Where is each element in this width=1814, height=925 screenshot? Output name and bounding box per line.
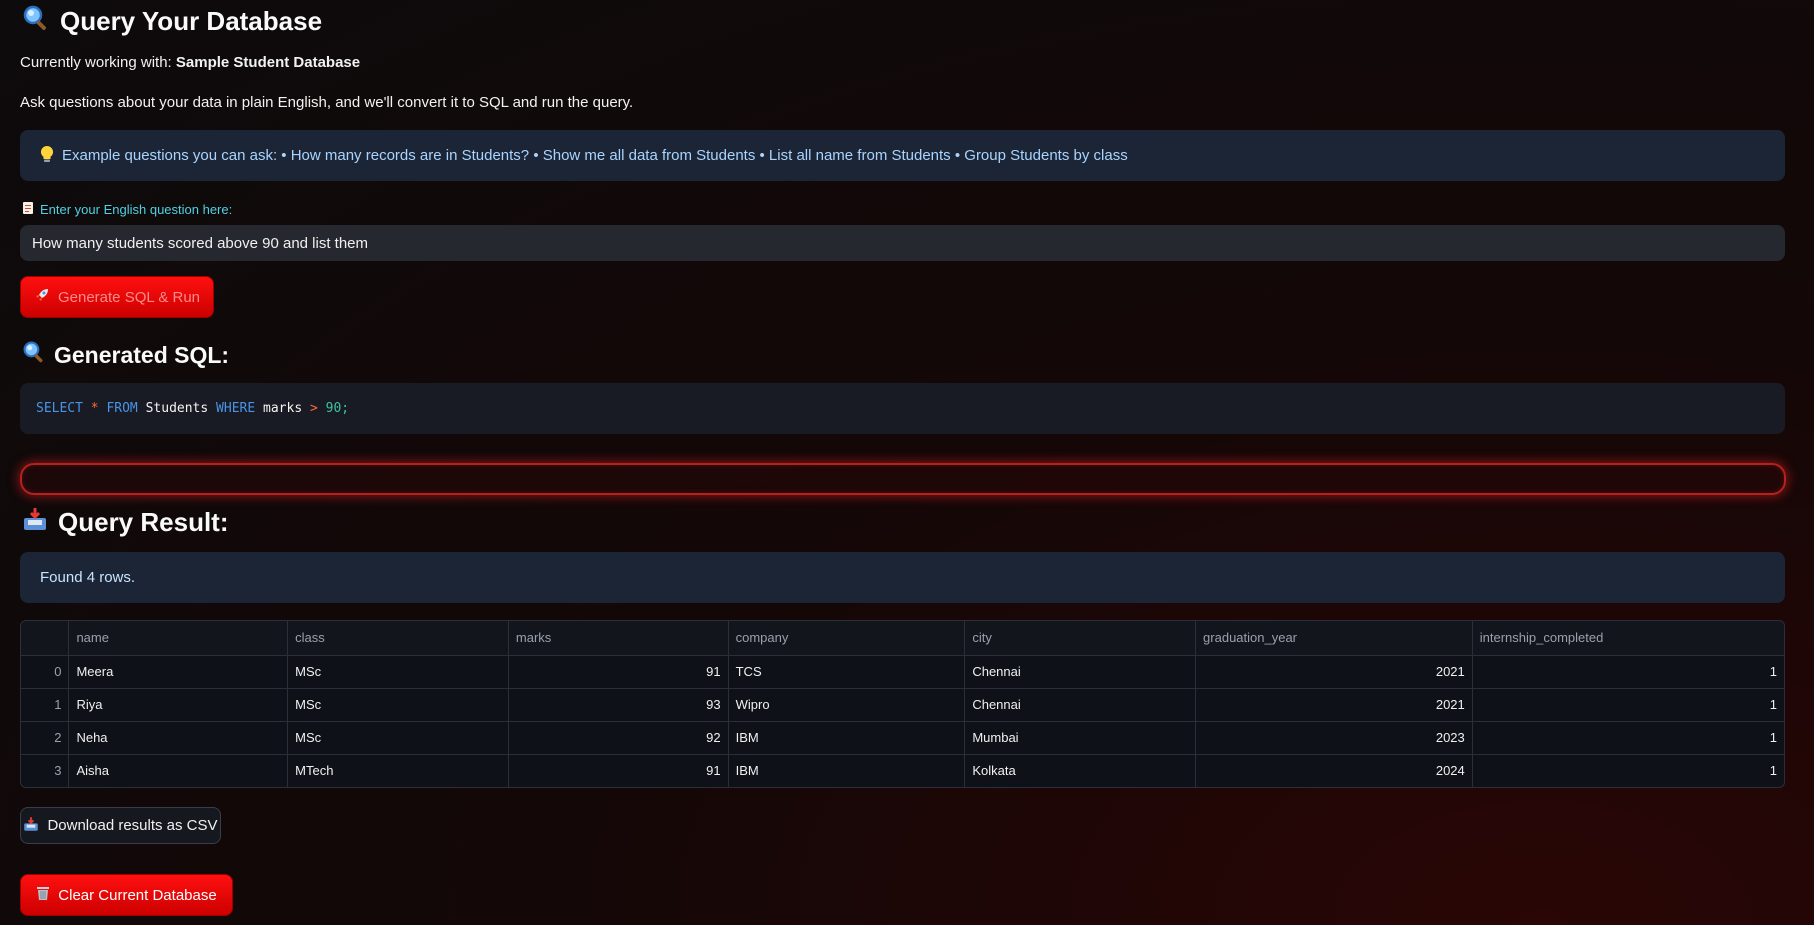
table-cell: MSc (287, 688, 509, 722)
working-with-text: Currently working with: Sample Student D… (20, 54, 360, 71)
database-name: Sample Student Database (175, 54, 361, 71)
rocket-icon (34, 287, 50, 307)
table-cell: IBM (728, 721, 966, 755)
table-cell: 91 (508, 655, 729, 689)
table-cell: Chennai (964, 655, 1197, 689)
row-index: 2 (21, 721, 70, 755)
download-csv-button[interactable]: Download results as CSV (20, 807, 221, 844)
table-cell: Chennai (964, 688, 1197, 722)
table-cell: 2021 (1195, 655, 1473, 689)
table-cell: 91 (508, 754, 729, 787)
table-cell: Aisha (68, 754, 289, 787)
table-header-row: name class marks company city graduation… (21, 621, 1784, 656)
table-cell: 2021 (1195, 688, 1473, 722)
column-header[interactable]: class (287, 621, 509, 656)
table-cell: Neha (68, 721, 289, 755)
column-header[interactable]: city (964, 621, 1197, 656)
query-result-heading: Query Result: (22, 505, 229, 539)
examples-info-box: Example questions you can ask: • How man… (20, 130, 1785, 181)
column-header[interactable]: internship_completed (1472, 621, 1784, 656)
table-row[interactable]: 0 Meera MSc 91 TCS Chennai 2021 1 (21, 655, 1784, 689)
download-csv-button-label: Download results as CSV (47, 817, 218, 834)
intro-text: Ask questions about your data in plain E… (20, 94, 634, 111)
clear-database-button[interactable]: Clear Current Database (20, 874, 233, 916)
row-index: 1 (21, 688, 70, 722)
query-result-heading-text: Query Result: (58, 506, 229, 537)
table-cell: MSc (287, 721, 509, 755)
generated-sql-heading-text: Generated SQL: (54, 341, 230, 368)
examples-text: Example questions you can ask: • How man… (62, 147, 1128, 164)
sql-code-block: SELECT * FROM Students WHERE marks > 90; (20, 383, 1785, 434)
lightbulb-icon (40, 145, 54, 167)
question-label: Enter your English question here: (22, 201, 232, 218)
inbox-tray-icon (23, 816, 39, 836)
table-cell: 1 (1472, 721, 1784, 755)
status-bar (20, 463, 1786, 495)
table-cell: TCS (728, 655, 966, 689)
page-title: Query Your Database (22, 4, 322, 38)
column-header[interactable]: name (68, 621, 289, 656)
table-cell: 92 (508, 721, 729, 755)
magnifier-icon (22, 340, 46, 370)
table-row[interactable]: 3 Aisha MTech 91 IBM Kolkata 2024 1 (21, 754, 1784, 787)
table-row[interactable]: 1 Riya MSc 93 Wipro Chennai 2021 1 (21, 688, 1784, 722)
clear-database-button-label: Clear Current Database (58, 886, 217, 904)
inbox-tray-icon (22, 506, 48, 539)
question-input[interactable] (20, 225, 1785, 261)
sql-code-text: SELECT * FROM Students WHERE marks > 90; (36, 401, 350, 416)
result-table[interactable]: name class marks company city graduation… (20, 620, 1785, 788)
found-rows-text: Found 4 rows. (40, 569, 136, 586)
table-cell: 93 (508, 688, 729, 722)
table-cell: Riya (68, 688, 289, 722)
row-index: 3 (21, 754, 70, 787)
table-cell: 1 (1769, 763, 1777, 779)
column-header[interactable]: graduation_year (1195, 621, 1473, 656)
generated-sql-heading: Generated SQL: (22, 340, 229, 370)
found-rows-box: Found 4 rows. (20, 552, 1785, 603)
table-cell: Mumbai (964, 721, 1197, 755)
table-cell: MTech (287, 754, 509, 787)
working-prefix: Currently working with: (20, 54, 176, 71)
table-cell: 1 (1472, 655, 1784, 689)
page-title-text: Query Your Database (60, 5, 323, 36)
question-label-text: Enter your English question here: (40, 202, 233, 217)
column-header[interactable] (21, 621, 70, 656)
table-cell: Kolkata (964, 754, 1197, 787)
column-header[interactable]: marks (508, 621, 729, 656)
memo-icon (22, 201, 34, 218)
wastebasket-icon (36, 885, 50, 905)
table-cell: 1 (1472, 688, 1784, 722)
table-cell: MSc (287, 655, 509, 689)
generate-sql-button[interactable]: Generate SQL & Run (20, 276, 214, 318)
generate-sql-button-label: Generate SQL & Run (57, 288, 201, 306)
table-row[interactable]: 2 Neha MSc 92 IBM Mumbai 2023 1 (21, 721, 1784, 755)
column-header[interactable]: company (728, 621, 966, 656)
table-cell: 2024 (1195, 754, 1473, 787)
table-cell: Meera (68, 655, 289, 689)
table-cell: 2023 (1195, 721, 1473, 755)
row-index: 0 (21, 655, 70, 689)
magnifier-icon (22, 4, 50, 39)
table-cell: Wipro (728, 688, 966, 722)
table-cell: IBM (728, 754, 966, 787)
